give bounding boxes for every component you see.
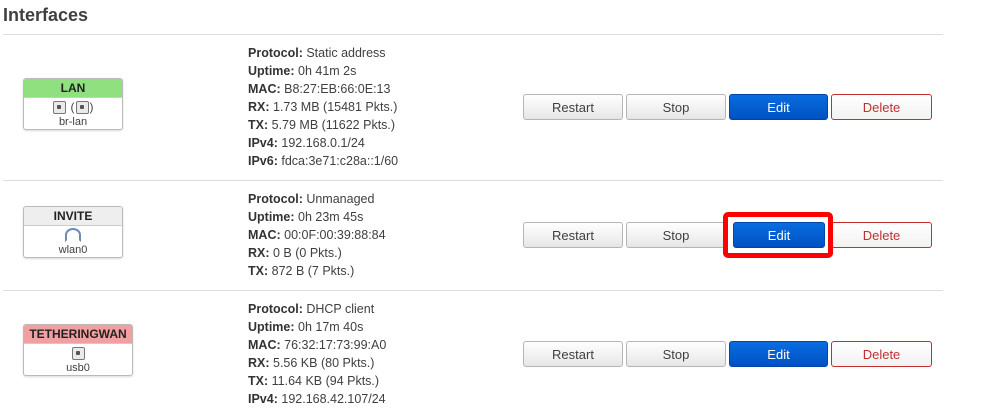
interface-device: br-lan: [58, 116, 88, 128]
info-ipv6: IPv6: fdca:3e71:c28a::1/60: [248, 154, 399, 168]
interface-row-tetheringwan: TETHERINGWAN usb0 Protocol: DHCP client …: [3, 291, 943, 408]
stop-button[interactable]: Stop: [626, 94, 726, 120]
info-protocol: Protocol: DHCP client: [248, 302, 375, 316]
interface-device: wlan0: [58, 244, 88, 256]
info-tx: TX: 872 B (7 Pkts.): [248, 264, 355, 278]
info-uptime: Uptime: 0h 23m 45s: [248, 210, 364, 224]
restart-button[interactable]: Restart: [523, 341, 623, 367]
stop-button[interactable]: Stop: [626, 222, 726, 248]
info-mac: MAC: B8:27:EB:66:0E:13: [248, 82, 391, 96]
interface-name: INVITE: [24, 207, 122, 226]
interface-badge-lan[interactable]: LAN () br-lan: [23, 78, 123, 130]
interface-info: Protocol: DHCP client Uptime: 0h 17m 40s…: [248, 300, 386, 408]
interface-row-invite: INVITE wlan0 Protocol: Unmanaged Uptime:…: [3, 181, 943, 291]
edit-button[interactable]: Edit: [733, 222, 825, 248]
info-mac: MAC: 00:0F:00:39:88:84: [248, 228, 386, 242]
ethernet-port-icon: [53, 100, 67, 114]
delete-button[interactable]: Delete: [831, 222, 932, 248]
edit-button[interactable]: Edit: [729, 341, 828, 367]
restart-button[interactable]: Restart: [523, 222, 623, 248]
info-uptime: Uptime: 0h 41m 2s: [248, 64, 357, 78]
bridge-port-icon: [75, 100, 89, 114]
info-ipv4: IPv4: 192.168.0.1/24: [248, 136, 365, 150]
interface-info: Protocol: Unmanaged Uptime: 0h 23m 45s M…: [248, 190, 386, 280]
info-tx: TX: 11.64 KB (94 Pkts.): [248, 374, 380, 388]
info-rx: RX: 1.73 MB (15481 Pkts.): [248, 100, 398, 114]
delete-button[interactable]: Delete: [831, 94, 932, 120]
interface-badge-invite[interactable]: INVITE wlan0: [23, 206, 123, 258]
info-uptime: Uptime: 0h 17m 40s: [248, 320, 364, 334]
info-ipv4: IPv4: 192.168.42.107/24: [248, 392, 386, 406]
wifi-icon: [65, 228, 81, 243]
info-protocol: Protocol: Static address: [248, 46, 386, 60]
interface-name: TETHERINGWAN: [24, 325, 132, 344]
info-tx: TX: 5.79 MB (11622 Pkts.): [248, 118, 396, 132]
stop-button[interactable]: Stop: [626, 341, 726, 367]
interface-name: LAN: [24, 79, 122, 98]
interface-icons: (): [24, 98, 122, 116]
interface-icons: [24, 226, 122, 244]
info-rx: RX: 5.56 KB (80 Pkts.): [248, 356, 375, 370]
interface-badge-tetheringwan[interactable]: TETHERINGWAN usb0: [23, 324, 133, 376]
edit-button[interactable]: Edit: [729, 94, 828, 120]
interface-device: usb0: [66, 362, 90, 374]
section-title: Interfaces: [3, 5, 89, 25]
restart-button[interactable]: Restart: [523, 94, 623, 120]
ethernet-port-icon: [71, 346, 85, 360]
info-mac: MAC: 76:32:17:73:99:A0: [248, 338, 387, 352]
interface-info: Protocol: Static address Uptime: 0h 41m …: [248, 44, 398, 170]
info-rx: RX: 0 B (0 Pkts.): [248, 246, 342, 260]
interface-row-lan: LAN () br-lan Protocol: Static address U…: [3, 35, 943, 181]
info-protocol: Protocol: Unmanaged: [248, 192, 375, 206]
interface-icons: [24, 344, 132, 362]
delete-button[interactable]: Delete: [831, 341, 932, 367]
